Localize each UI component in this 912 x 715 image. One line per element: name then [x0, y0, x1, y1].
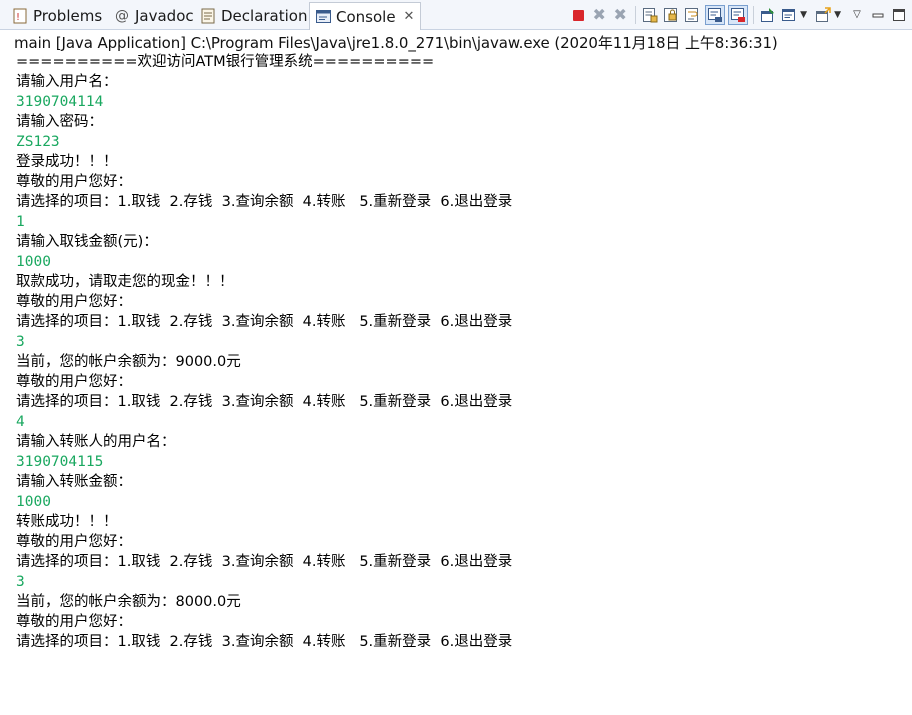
console-output-line: 请选择的项目：1.取钱 2.存钱 3.查询余额 4.转账 5.重新登录 6.退出… — [16, 554, 513, 570]
console-input-line: 4 — [16, 414, 25, 430]
javadoc-icon: @ — [115, 7, 129, 24]
show-console-on-stderr-icon[interactable] — [728, 5, 749, 25]
declaration-icon — [200, 8, 216, 24]
close-icon[interactable]: ✕ — [404, 9, 415, 24]
console-output-line: ==========欢迎访问ATM银行管理系统========== — [16, 54, 435, 70]
console-output-line: 转账成功！！！ — [16, 514, 118, 530]
remove-launch-icon[interactable]: ✖ — [591, 7, 607, 23]
console-output-line: 登录成功！！！ — [16, 154, 118, 170]
display-selected-console-icon[interactable] — [781, 7, 797, 23]
console-input-line: ZS123 — [16, 134, 60, 150]
terminate-icon[interactable] — [570, 7, 586, 23]
console-output-line: 请选择的项目：1.取钱 2.存钱 3.查询余额 4.转账 5.重新登录 6.退出… — [16, 394, 513, 410]
remove-all-terminated-icon[interactable]: ✖ — [612, 7, 628, 23]
word-wrap-icon[interactable] — [684, 7, 700, 23]
maximize-icon[interactable] — [891, 7, 907, 23]
console-input-line: 3190704114 — [16, 94, 104, 110]
console-output-line: 当前，您的帐户余额为：9000.0元 — [16, 354, 241, 370]
tab-label: Declaration — [221, 6, 308, 25]
console-input-line: 1000 — [16, 494, 51, 510]
view-tab-bar: ! Problems @ Javadoc Declaration Console… — [0, 0, 912, 30]
chevron-down-icon[interactable]: ▼ — [800, 10, 807, 20]
problems-icon: ! — [12, 8, 28, 24]
tab-problems[interactable]: ! Problems — [12, 2, 102, 29]
console-output-line: 请输入用户名： — [16, 74, 118, 90]
clear-console-icon[interactable] — [642, 7, 658, 23]
console-output[interactable]: ==========欢迎访问ATM银行管理系统========== 请输入用户名：… — [16, 52, 912, 652]
console-output-line: 请选择的项目：1.取钱 2.存钱 3.查询余额 4.转账 5.重新登录 6.退出… — [16, 634, 513, 650]
console-output-line: 尊敬的用户您好： — [16, 374, 132, 390]
toolbar-separator — [753, 6, 755, 24]
console-input-line: 3 — [16, 574, 25, 590]
console-input-line: 1000 — [16, 254, 51, 270]
minimize-icon[interactable] — [870, 7, 886, 23]
console-input-line: 3 — [16, 334, 25, 350]
console-input-line: 1 — [16, 214, 25, 230]
console-output-line: 当前，您的帐户余额为：8000.0元 — [16, 594, 241, 610]
show-console-on-stdout-icon[interactable] — [705, 5, 726, 25]
tab-declaration[interactable]: Declaration — [200, 2, 307, 29]
view-menu-icon[interactable]: ▽ — [849, 7, 865, 23]
tab-console[interactable]: Console ✕ — [309, 2, 422, 30]
console-output-line: 请输入取钱金额(元)： — [16, 234, 158, 250]
console-launch-description: main [Java Application] C:\Program Files… — [14, 34, 778, 52]
console-output-line: 尊敬的用户您好： — [16, 534, 132, 550]
pin-console-icon[interactable] — [760, 7, 776, 23]
console-output-line: 尊敬的用户您好： — [16, 614, 132, 630]
tab-javadoc[interactable]: @ Javadoc — [114, 2, 194, 29]
tab-label: Javadoc — [135, 6, 194, 25]
console-output-line: 请输入转账金额： — [16, 474, 132, 490]
console-output-line: 请输入密码： — [16, 114, 103, 130]
console-output-line: 请选择的项目：1.取钱 2.存钱 3.查询余额 4.转账 5.重新登录 6.退出… — [16, 194, 513, 210]
console-output-line: 请输入转账人的用户名： — [16, 434, 176, 450]
tab-label: Problems — [33, 6, 103, 25]
console-icon — [315, 9, 331, 25]
svg-text:!: ! — [16, 12, 20, 23]
scroll-lock-icon[interactable] — [663, 7, 679, 23]
open-console-icon[interactable] — [815, 7, 831, 23]
console-output-line: 取款成功，请取走您的现金！！！ — [16, 274, 234, 290]
console-output-line: 请选择的项目：1.取钱 2.存钱 3.查询余额 4.转账 5.重新登录 6.退出… — [16, 314, 513, 330]
console-output-line: 尊敬的用户您好： — [16, 174, 132, 190]
toolbar-separator — [635, 6, 637, 24]
console-toolbar: ✖ ✖ ▼ ▼ ▽ — [570, 4, 912, 26]
chevron-down-icon[interactable]: ▼ — [834, 10, 841, 20]
console-output-line: 尊敬的用户您好： — [16, 294, 132, 310]
tab-label: Console — [336, 7, 396, 26]
console-input-line: 3190704115 — [16, 454, 104, 470]
